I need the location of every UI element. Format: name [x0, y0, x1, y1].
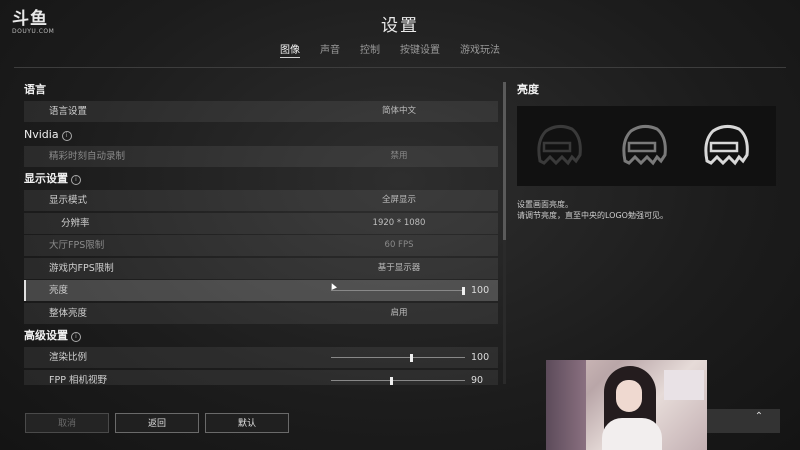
bottom-right-bar — [703, 409, 780, 433]
slider-value: 100 — [471, 285, 490, 296]
row-value[interactable]: 60 FPS — [324, 235, 474, 256]
helmet-logo-icon — [622, 124, 667, 166]
webcam-person-face — [616, 380, 642, 412]
row-value[interactable]: 禁用 — [324, 146, 474, 167]
row-value[interactable]: 基于显示器 — [324, 258, 474, 279]
detail-description-line: 设置画面亮度。 — [517, 200, 573, 209]
row-lobby-fps[interactable]: 大厅FPS限制 60 FPS — [24, 235, 498, 256]
row-brightness[interactable]: 亮度 100 — [24, 280, 498, 301]
brightness-slider[interactable] — [331, 287, 465, 295]
row-label: 亮度 — [49, 285, 69, 296]
tab-gameplay[interactable]: 游戏玩法 — [460, 40, 500, 58]
row-display-mode[interactable]: 显示模式 全屏显示 — [24, 190, 498, 211]
streamer-webcam-overlay — [546, 360, 707, 450]
chevron-up-icon[interactable]: ⌃ — [754, 412, 764, 422]
info-icon[interactable]: i — [61, 130, 72, 141]
section-nvidia-label: Nvidia — [24, 127, 59, 141]
row-label: 渲染比例 — [49, 352, 88, 363]
section-advanced-label: 高级设置 — [24, 329, 68, 342]
row-fpp-fov[interactable]: FPP 相机视野 90 — [24, 369, 498, 386]
row-value[interactable]: 全屏显示 — [324, 190, 474, 211]
fpp-fov-slider[interactable] — [331, 376, 465, 385]
detail-title: 亮度 — [517, 83, 539, 96]
row-ingame-fps[interactable]: 游戏内FPS限制 基于显示器 — [24, 257, 498, 279]
slider-value: 90 — [471, 374, 484, 386]
slider-value: 100 — [471, 352, 490, 363]
webcam-background — [546, 360, 586, 450]
selection-indicator — [24, 280, 26, 301]
row-label: 游戏内FPS限制 — [49, 262, 114, 274]
section-advanced: 高级设置 i — [24, 325, 498, 347]
webcam-person-body — [602, 418, 662, 450]
row-label: 显示模式 — [49, 195, 88, 206]
mouse-cursor-icon — [329, 282, 337, 290]
row-render-scale[interactable]: 渲染比例 100 — [24, 347, 498, 368]
section-display: 显示设置 i — [24, 168, 498, 190]
section-language: 语言 — [24, 79, 498, 101]
row-value[interactable]: 1920 * 1080 — [324, 213, 474, 234]
row-label: FPP 相机视野 — [49, 374, 107, 386]
row-label: 整体亮度 — [49, 307, 88, 319]
header-divider — [14, 67, 786, 68]
info-icon[interactable]: i — [71, 332, 81, 342]
helmet-logo-icon — [704, 124, 749, 166]
row-highlights[interactable]: 精彩时刻自动录制 禁用 — [24, 145, 498, 167]
row-value[interactable]: 启用 — [324, 303, 474, 324]
section-language-label: 语言 — [24, 83, 46, 96]
row-language-setting[interactable]: 语言设置 简体中文 — [24, 101, 498, 122]
row-overall-brightness[interactable]: 整体亮度 启用 — [24, 302, 498, 324]
slider-thumb[interactable] — [462, 287, 465, 295]
detail-description: 设置画面亮度。 请调节亮度，直至中央的LOGO勉强可见。 — [517, 199, 777, 221]
slider-thumb[interactable] — [389, 376, 393, 385]
tab-control[interactable]: 控制 — [360, 40, 380, 58]
webcam-background — [664, 370, 704, 400]
tab-graphics[interactable]: 图像 — [280, 40, 300, 58]
row-value[interactable]: 简体中文 — [324, 101, 474, 122]
page-title: 设置 — [381, 16, 419, 36]
back-button[interactable]: 返回 — [115, 413, 199, 433]
tab-keybindings[interactable]: 按键设置 — [400, 40, 440, 58]
section-display-label: 显示设置 — [24, 172, 68, 185]
section-nvidia: Nvidia i — [24, 124, 498, 146]
row-label: 分辨率 — [61, 217, 90, 229]
row-label: 精彩时刻自动录制 — [49, 150, 126, 162]
tab-bar: 图像 声音 控制 按键设置 游戏玩法 — [280, 40, 520, 58]
default-button[interactable]: 默认 — [205, 413, 289, 433]
scrollbar-thumb[interactable] — [503, 82, 506, 240]
helmet-logo-icon — [537, 124, 582, 166]
cancel-button[interactable]: 取消 — [25, 413, 109, 433]
brightness-preview — [517, 106, 776, 186]
detail-description-line: 请调节亮度，直至中央的LOGO勉强可见。 — [517, 211, 668, 220]
settings-list: 语言 语言设置 简体中文 Nvidia i 精彩时刻自动录制 禁用 显示设置 i 显… — [24, 79, 498, 385]
row-label: 语言设置 — [49, 106, 88, 117]
row-label: 大厅FPS限制 — [49, 240, 105, 251]
row-resolution[interactable]: 分辨率 1920 * 1080 — [24, 212, 498, 234]
info-icon[interactable]: i — [71, 175, 81, 185]
settings-scrollbar[interactable] — [503, 82, 506, 384]
tab-sound[interactable]: 声音 — [320, 40, 340, 58]
render-scale-slider[interactable] — [331, 354, 465, 362]
slider-thumb[interactable] — [409, 354, 413, 362]
